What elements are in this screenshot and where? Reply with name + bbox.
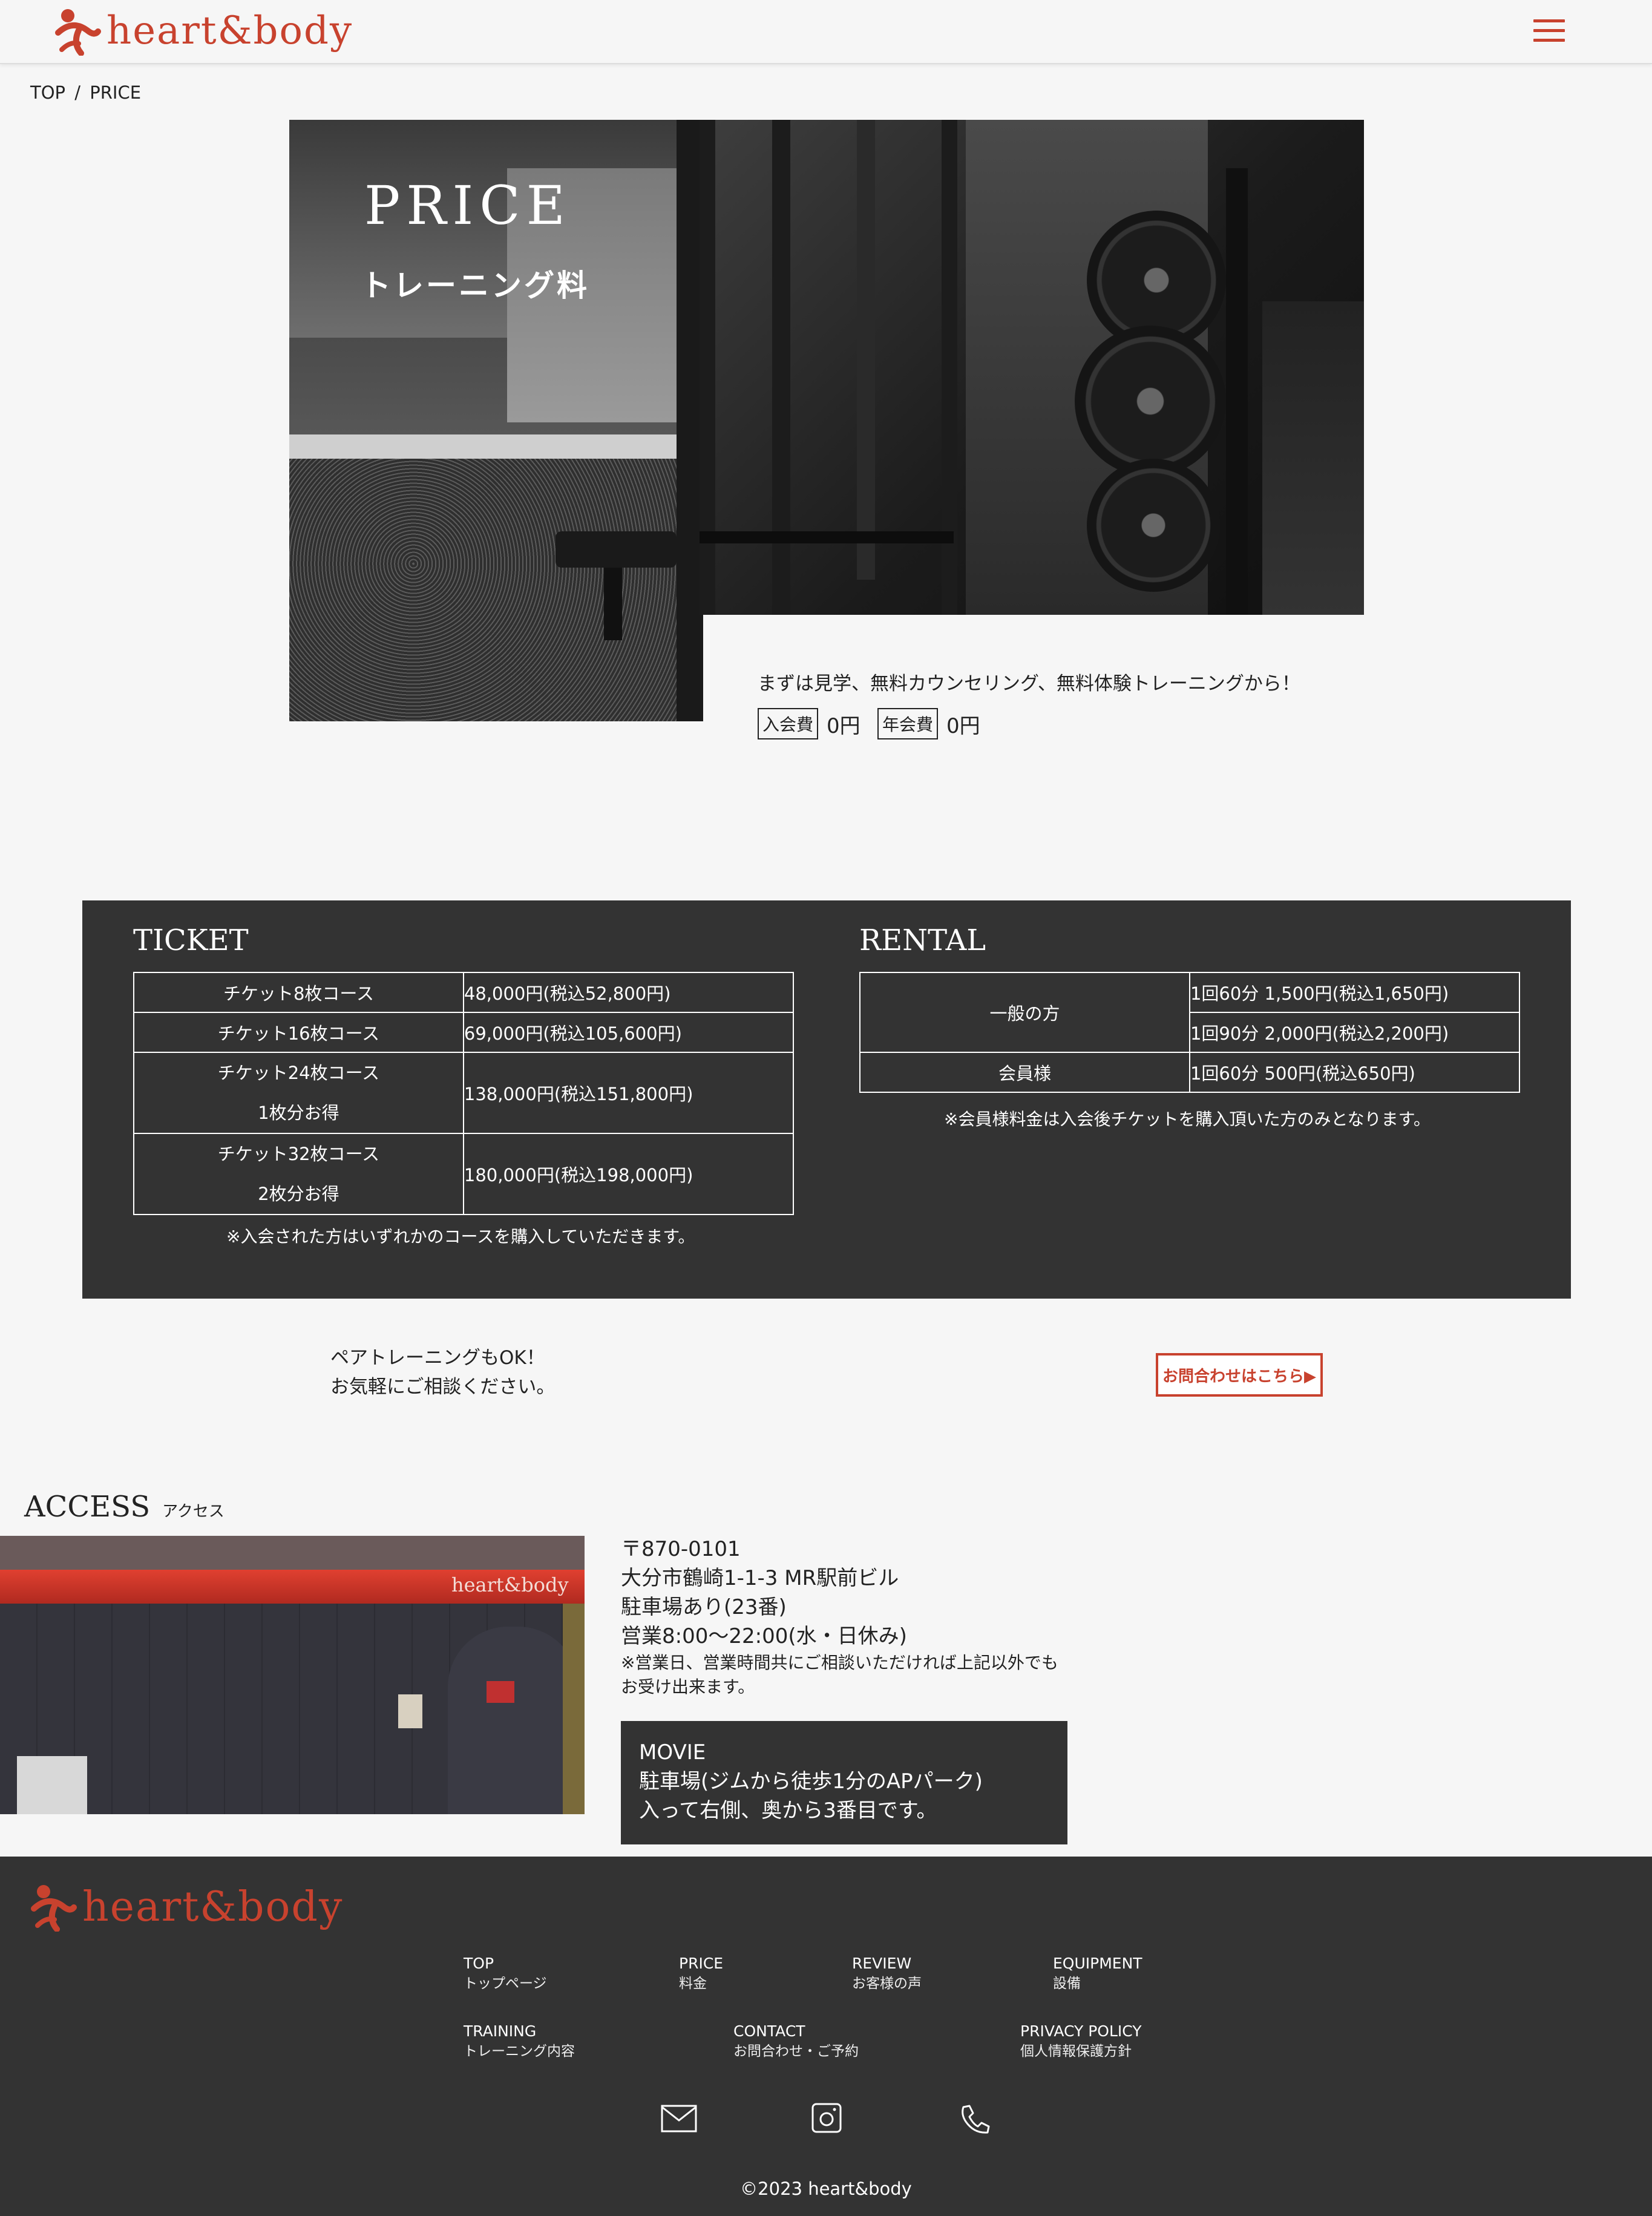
access-heading-en: ACCESS (24, 1490, 151, 1524)
pair-line-2: お気軽にご相談ください。 (330, 1376, 556, 1398)
table-row: チケット24枚コース 1枚分お得 138,000円(税込151,800円) (133, 1052, 795, 1134)
mail-icon[interactable] (661, 2105, 697, 2135)
site-logo[interactable]: heart&body (54, 6, 353, 56)
logo-text: heart&body (107, 8, 353, 53)
footer-nav-training[interactable]: TRAINING トレーニング内容 (464, 2021, 575, 2061)
footer-nav-en: EQUIPMENT (1053, 1955, 1142, 1972)
rental-price: 1回60分 500円(税込650円) (1188, 1052, 1521, 1093)
hero-subtitle: トレーニング料 (361, 267, 589, 303)
ticket-course: チケット16枚コース (133, 1012, 464, 1053)
footer-nav-en: TRAINING (464, 2022, 537, 2040)
breadcrumb-current: PRICE (90, 82, 142, 103)
ticket-course-cell: チケット24枚コース 1枚分お得 (133, 1052, 464, 1134)
footer-nav-en: PRIVACY POLICY (1020, 2022, 1142, 2040)
footer-nav-price[interactable]: PRICE 料金 (679, 1953, 723, 1993)
table-row: チケット16枚コース 69,000円(税込105,600円) (133, 1012, 795, 1053)
footer-logo[interactable]: heart&body (30, 1882, 343, 1932)
footer-logo-text: heart&body (82, 1883, 344, 1931)
footer-nav-top[interactable]: TOP トップページ (464, 1953, 547, 1993)
breadcrumb: TOP / PRICE (30, 82, 141, 103)
phone-icon[interactable] (959, 2103, 990, 2137)
pair-line-1: ペアトレーニングもOK！ (330, 1347, 545, 1369)
postal-code: 〒870-0101 (621, 1537, 741, 1561)
rental-table: 一般の方 1回60分 1,500円(税込1,650円) 1回90分 2,000円… (859, 972, 1521, 1093)
movie-box[interactable]: MOVIE 駐車場(ジムから徒歩1分のAPパーク) 入って右側、奥から3番目です… (621, 1721, 1067, 1844)
footer-nav-ja: 料金 (679, 1976, 707, 1991)
storefront-photo: heart&body (0, 1536, 585, 1814)
fee-badge-label: 年会費 (877, 708, 939, 739)
fee-value: 0円 (827, 713, 860, 738)
pair-training-text: ペアトレーニングもOK！ お気軽にご相談ください。 (330, 1343, 555, 1401)
footer-nav-ja: お客様の声 (852, 1976, 922, 1991)
ticket-course: チケット8枚コース (133, 972, 464, 1013)
table-row: チケット32枚コース 2枚分お得 180,000円(税込198,000円) (133, 1133, 795, 1215)
business-hours: 営業8:00～22:00(水・日休み) (621, 1624, 907, 1648)
address: 大分市鶴崎1-1-3 MR駅前ビル (621, 1566, 899, 1590)
site-header: heart&body (0, 0, 1652, 64)
rental-price: 1回90分 2,000円(税込2,200円) (1188, 1012, 1521, 1053)
table-row: 一般の方 1回60分 1,500円(税込1,650円) (859, 972, 1521, 1053)
rental-general-label: 一般の方 (859, 972, 1190, 1053)
movie-line-1: 駐車場(ジムから徒歩1分のAPパーク) (639, 1769, 983, 1794)
footer-nav-ja: トレーニング内容 (464, 2044, 575, 2059)
copyright: ©2023 heart&body (740, 2178, 912, 2199)
access-heading-ja: アクセス (162, 1503, 225, 1521)
access-address-block: 〒870-0101 大分市鶴崎1-1-3 MR駅前ビル 駐車場あり(23番) 営… (621, 1535, 1058, 1699)
instagram-icon[interactable] (811, 2102, 842, 2136)
rental-member-label: 会員様 (859, 1052, 1190, 1093)
hero-title: PRICE (364, 174, 571, 237)
hours-note-2: お受け出来ます。 (621, 1677, 755, 1697)
breadcrumb-separator: / (74, 82, 81, 103)
table-row: 会員様 1回60分 500円(税込650円) (859, 1052, 1521, 1093)
ticket-price: 138,000円(税込151,800円) (462, 1052, 795, 1134)
footer-nav-privacy[interactable]: PRIVACY POLICY 個人情報保護方針 (1020, 2021, 1142, 2061)
footer-nav-equipment[interactable]: EQUIPMENT 設備 (1053, 1953, 1142, 1993)
ticket-heading: TICKET (133, 923, 249, 957)
footer-nav-ja: トップページ (464, 1976, 547, 1991)
ticket-course-extra: 2枚分お得 (258, 1184, 339, 1204)
ticket-price: 48,000円(税込52,800円) (462, 972, 795, 1013)
ticket-table: チケット8枚コース 48,000円(税込52,800円) チケット16枚コース … (133, 972, 795, 1215)
footer-nav-ja: お問合わせ・ご予約 (733, 2044, 859, 2059)
footer-nav-en: PRICE (679, 1955, 724, 1972)
footer-nav-en: TOP (464, 1955, 494, 1972)
movie-title: MOVIE (639, 1740, 706, 1765)
footer-nav-ja: 設備 (1053, 1976, 1081, 1991)
breadcrumb-home-link[interactable]: TOP (30, 82, 65, 103)
rental-note: ※会員様料金は入会後チケットを購入頂いた方のみとなります。 (944, 1109, 1431, 1129)
access-heading: ACCESS アクセス (24, 1490, 225, 1524)
rental-heading: RENTAL (859, 923, 986, 957)
parking-info: 駐車場あり(23番) (621, 1595, 787, 1619)
ticket-course: チケット32枚コース (217, 1144, 380, 1164)
hours-note-1: ※営業日、営業時間共にご相談いただければ上記以外でも (621, 1653, 1058, 1673)
contact-button[interactable]: お問合わせはこちら▶ (1156, 1353, 1323, 1397)
footer-nav-contact[interactable]: CONTACT お問合わせ・ご予約 (733, 2021, 859, 2061)
ticket-course-extra: 1枚分お得 (258, 1103, 339, 1123)
fee-entry: 入会費 0円 (758, 708, 860, 739)
rental-price: 1回60分 1,500円(税込1,650円) (1188, 972, 1521, 1013)
hero-gym-photo-right (700, 120, 1364, 615)
fee-badge-label: 入会費 (758, 708, 819, 739)
ticket-price: 180,000円(税込198,000円) (462, 1133, 795, 1215)
storefront-sign-text: heart&body (451, 1573, 569, 1596)
footer-nav-en: REVIEW (852, 1955, 912, 1972)
table-row: チケット8枚コース 48,000円(税込52,800円) (133, 972, 795, 1013)
ticket-note: ※入会された方はいずれかのコースを購入していただきます。 (226, 1227, 695, 1247)
fee-value: 0円 (946, 713, 980, 738)
logo-mark-icon (30, 1882, 77, 1932)
price-panel: TICKET チケット8枚コース 48,000円(税込52,800円) チケット… (82, 900, 1571, 1299)
movie-line-2: 入って右側、奥から3番目です。 (639, 1798, 937, 1823)
footer-nav-en: CONTACT (733, 2022, 805, 2040)
fee-annual: 年会費 0円 (877, 708, 980, 739)
ticket-price: 69,000円(税込105,600円) (462, 1012, 795, 1053)
footer-nav-review[interactable]: REVIEW お客様の声 (852, 1953, 922, 1993)
ticket-course-cell: チケット32枚コース 2枚分お得 (133, 1133, 464, 1215)
ticket-course: チケット24枚コース (217, 1063, 380, 1083)
menu-hamburger-icon[interactable] (1533, 19, 1565, 45)
hero-lead-text: まずは見学、無料カウンセリング、無料体験トレーニングから！ (758, 673, 1300, 695)
footer-nav-ja: 個人情報保護方針 (1020, 2044, 1132, 2059)
logo-mark-icon (54, 6, 102, 56)
